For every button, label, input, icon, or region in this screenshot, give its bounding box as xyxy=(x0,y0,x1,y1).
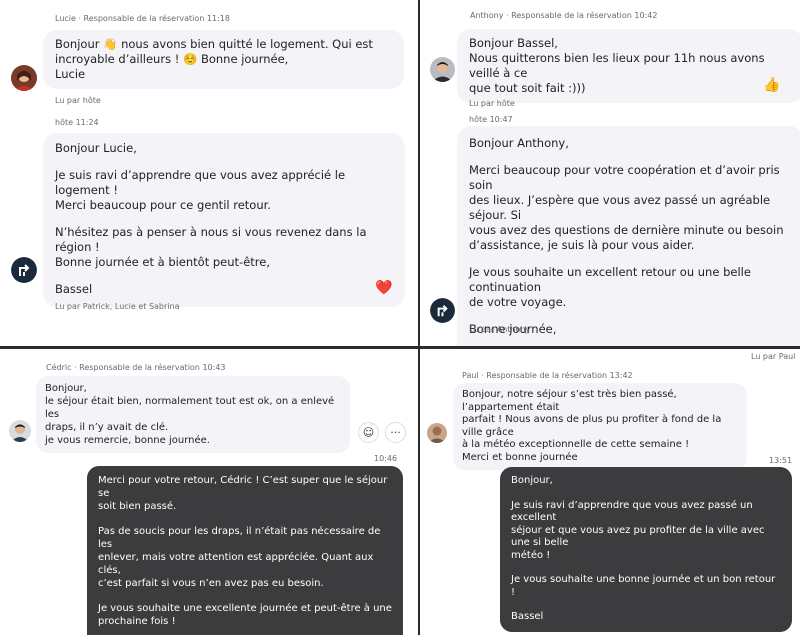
message-paragraph: N’hésitez pas à penser à nous si vous re… xyxy=(55,225,367,269)
host-message-bubble[interactable]: Bonjour Lucie, Je suis ravi d’apprendre q… xyxy=(43,133,405,307)
sender-name: hôte xyxy=(469,115,488,124)
message-paragraph: Bonjour Bassel, Nous quitterons bien les… xyxy=(469,36,765,95)
read-receipt: Lu par Anthony xyxy=(469,325,531,334)
sender-name: Lucie · Responsable de la réservation xyxy=(55,14,205,23)
message-paragraph: Bonjour, notre séjour s’est très bien pa… xyxy=(462,389,722,463)
host-logo-avatar[interactable] xyxy=(11,257,37,283)
message-paragraph: Bonjour 👋 nous avons bien quitté le loge… xyxy=(55,37,373,81)
message-paragraph: Je vous souhaite une bonne journée et un… xyxy=(511,574,776,598)
sender-name: Anthony · Responsable de la réservation xyxy=(470,11,632,20)
message-paragraph: Je suis ravi d’apprendre que vous avez p… xyxy=(511,499,765,561)
sender-name: hôte xyxy=(55,118,74,127)
host-message-bubble[interactable]: Merci pour votre retour, Cédric ! C’est … xyxy=(87,466,403,635)
host-message-meta: hôte 11:24 xyxy=(55,118,99,127)
message-time: 11:24 xyxy=(75,118,99,127)
host-message-bubble[interactable]: Bonjour Anthony, Merci beaucoup pour votr… xyxy=(457,126,800,347)
more-dots-icon: ··· xyxy=(390,426,401,439)
guest-message-bubble[interactable]: Bonjour 👋 nous avons bien quitté le loge… xyxy=(43,30,404,89)
message-meta: Paul · Responsable de la réservation 13:… xyxy=(462,371,633,380)
message-paragraph: Bassel xyxy=(511,611,544,622)
heart-reaction-icon[interactable]: ❤️ xyxy=(375,281,392,295)
thumbs-up-reaction-icon[interactable]: 👍 xyxy=(763,78,780,92)
guest-avatar[interactable] xyxy=(427,423,447,443)
vertical-divider xyxy=(418,0,420,635)
conversation-panel-lucie: Lucie · Responsable de la réservation 11… xyxy=(0,0,418,347)
message-meta: Lucie · Responsable de la réservation 11… xyxy=(55,14,230,23)
conversation-panel-paul: Lu par Paul Paul · Responsable de la rés… xyxy=(420,349,800,635)
message-time: 13:42 xyxy=(609,371,633,380)
message-time: 10:42 xyxy=(634,11,658,20)
read-receipt: Lu par hôte xyxy=(469,99,515,108)
message-paragraph: Merci beaucoup pour votre coopération et… xyxy=(469,163,784,252)
guest-message-bubble[interactable]: Bonjour, le séjour était bien, normaleme… xyxy=(36,376,350,453)
message-paragraph: Bonjour Anthony, xyxy=(469,136,569,150)
guest-avatar[interactable] xyxy=(11,65,37,91)
sender-name: Cédric · Responsable de la réservation xyxy=(46,363,200,372)
read-receipt: Lu par Patrick, Lucie et Sabrina xyxy=(55,302,180,311)
message-time: 10:46 xyxy=(374,454,398,463)
message-meta: Anthony · Responsable de la réservation … xyxy=(470,11,657,20)
add-reaction-button[interactable]: ☺ xyxy=(358,422,379,443)
conversation-panel-cedric: Cédric · Responsable de la réservation 1… xyxy=(0,349,418,635)
message-paragraph: Je vous souhaite une excellente journée … xyxy=(98,603,392,627)
message-time: 13:51 xyxy=(769,456,793,465)
message-time: 10:43 xyxy=(202,363,226,372)
message-paragraph: Bassel xyxy=(55,282,93,296)
guest-message-bubble[interactable]: Bonjour, notre séjour s’est très bien pa… xyxy=(453,383,747,470)
message-meta: Cédric · Responsable de la réservation 1… xyxy=(46,363,226,372)
message-paragraph: Bonjour, le séjour était bien, normaleme… xyxy=(45,383,335,446)
sender-name: Paul · Responsable de la réservation xyxy=(462,371,608,380)
message-paragraph: Je vous souhaite un excellent retour ou … xyxy=(469,265,751,309)
message-time: 11:18 xyxy=(206,14,230,23)
host-message-meta: hôte 10:47 xyxy=(469,115,513,124)
guest-avatar[interactable] xyxy=(9,420,31,442)
host-message-bubble[interactable]: Bonjour, Je suis ravi d’apprendre que vou… xyxy=(500,467,792,632)
message-paragraph: Je suis ravi d’apprendre que vous avez a… xyxy=(55,168,346,212)
message-paragraph: Pas de soucis pour les draps, il n’était… xyxy=(98,526,381,589)
message-paragraph: Merci pour votre retour, Cédric ! C’est … xyxy=(98,475,388,512)
read-receipt: Lu par hôte xyxy=(55,96,101,105)
conversation-panel-anthony: Anthony · Responsable de la réservation … xyxy=(420,0,800,347)
message-paragraph: Bonjour, xyxy=(511,475,553,486)
more-options-button[interactable]: ··· xyxy=(385,422,406,443)
guest-avatar[interactable] xyxy=(430,57,455,82)
host-logo-avatar[interactable] xyxy=(430,298,455,323)
read-receipt: Lu par Paul xyxy=(751,352,796,361)
message-time: 10:47 xyxy=(489,115,513,124)
smiley-icon: ☺ xyxy=(362,426,375,439)
horizontal-divider xyxy=(0,346,800,349)
message-paragraph: Bonjour Lucie, xyxy=(55,141,137,155)
guest-message-bubble[interactable]: Bonjour Bassel, Nous quitterons bien les… xyxy=(457,29,800,103)
